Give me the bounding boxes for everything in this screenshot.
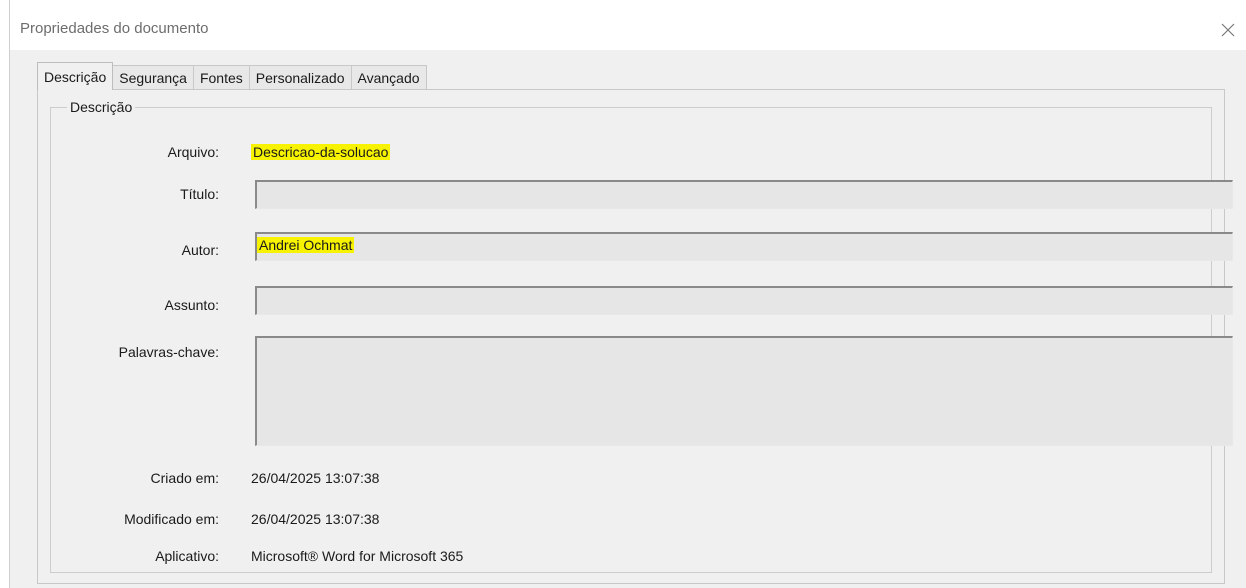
autor-field-text: Andrei Ochmat <box>257 237 355 253</box>
titulo-field[interactable] <box>255 180 1233 209</box>
dialog-title: Propriedades do documento <box>20 20 209 37</box>
modificado-em-label: Modificado em: <box>124 511 219 527</box>
document-properties-dialog: Propriedades do documento Descrição Segu… <box>9 0 1246 588</box>
criado-em-label: Criado em: <box>150 470 219 486</box>
tab-fontes[interactable]: Fontes <box>192 65 250 90</box>
tab-seguranca[interactable]: Segurança <box>112 65 194 90</box>
titulo-label: Título: <box>180 186 219 202</box>
description-group: Descrição Arquivo: Descricao-da-solucao … <box>50 99 1233 573</box>
tab-personalizado[interactable]: Personalizado <box>248 65 352 90</box>
group-legend: Descrição <box>67 99 136 115</box>
modificado-em-value: 26/04/2025 13:07:38 <box>251 511 380 527</box>
tab-descricao[interactable]: Descrição <box>37 62 114 90</box>
arquivo-value-text: Descricao-da-solucao <box>251 144 391 160</box>
tab-bar: Descrição Segurança Fontes Personalizado… <box>37 62 427 90</box>
close-icon <box>1221 23 1235 37</box>
title-bar: Propriedades do documento <box>10 0 1246 50</box>
arquivo-label: Arquivo: <box>167 144 219 160</box>
assunto-label: Assunto: <box>164 297 219 313</box>
close-button[interactable] <box>1216 18 1240 42</box>
aplicativo-value: Microsoft® Word for Microsoft 365 <box>251 548 464 564</box>
tab-panel-descricao: Descrição Arquivo: Descricao-da-solucao … <box>37 89 1233 584</box>
autor-field[interactable]: Andrei Ochmat <box>255 232 1233 261</box>
autor-label: Autor: <box>181 242 219 258</box>
palavras-chave-label: Palavras-chave: <box>118 344 219 360</box>
tab-avancado[interactable]: Avançado <box>350 65 427 90</box>
arquivo-value: Descricao-da-solucao <box>251 144 391 160</box>
criado-em-value: 26/04/2025 13:07:38 <box>251 470 380 486</box>
palavras-chave-field[interactable] <box>255 336 1233 446</box>
aplicativo-label: Aplicativo: <box>155 548 219 564</box>
assunto-field[interactable] <box>255 286 1233 315</box>
